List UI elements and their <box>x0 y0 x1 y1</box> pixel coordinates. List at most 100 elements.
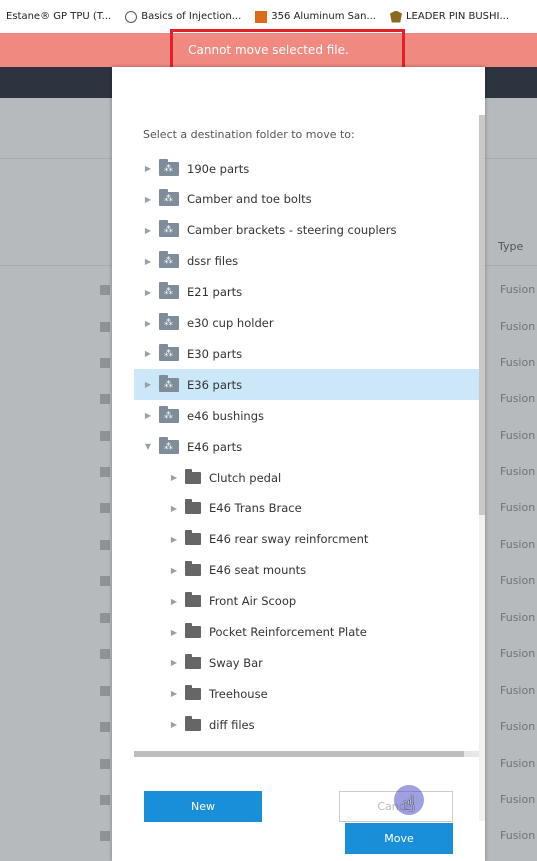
folder-row[interactable]: ▶ Camber brackets - steering couplers <box>134 215 479 246</box>
shared-folder-icon <box>159 313 179 330</box>
bookmark-estane[interactable]: Estane® GP TPU (T... <box>6 11 111 22</box>
caret-right-icon[interactable]: ▶ <box>169 473 179 482</box>
row-checkbox[interactable] <box>100 613 110 623</box>
move-button[interactable]: Move <box>345 823 453 854</box>
bookmark-aluminum[interactable]: 356 Aluminum San... <box>255 10 376 23</box>
caret-right-icon[interactable]: ▶ <box>169 566 179 575</box>
folder-row[interactable]: ▶ e46 bushings <box>134 400 479 431</box>
folder-icon <box>185 499 201 515</box>
subfolder-row[interactable]: ▶ Clutch pedal <box>134 462 479 493</box>
scrollbar-thumb[interactable] <box>134 751 464 757</box>
row-checkbox[interactable] <box>100 540 110 550</box>
caret-right-icon[interactable]: ▶ <box>143 288 153 297</box>
subfolder-row[interactable]: ▶ Front Air Scoop <box>134 586 479 617</box>
caret-right-icon[interactable]: ▶ <box>169 504 179 513</box>
folder-label: E46 rear sway reinforcment <box>209 532 369 547</box>
folder-label: Camber and toe bolts <box>187 192 312 207</box>
horizontal-scrollbar[interactable] <box>134 751 479 757</box>
folder-icon <box>185 592 201 608</box>
row-checkbox[interactable] <box>100 358 110 368</box>
caret-down-icon[interactable]: ▼ <box>143 442 153 451</box>
vertical-scrollbar[interactable] <box>479 115 485 821</box>
row-checkbox[interactable] <box>100 576 110 586</box>
folder-row[interactable]: ▶ dssr files <box>134 246 479 277</box>
caret-right-icon[interactable]: ▶ <box>143 411 153 420</box>
row-checkbox[interactable] <box>100 431 110 441</box>
row-checkbox[interactable] <box>100 503 110 513</box>
folder-row[interactable]: ▼ E46 parts <box>134 431 479 462</box>
folder-label: diff files <box>209 717 255 732</box>
row-checkbox[interactable] <box>100 759 110 769</box>
subfolder-row[interactable]: ▶ E46 seat mounts <box>134 555 479 586</box>
orange-logo-icon <box>255 10 268 23</box>
folder-row[interactable]: ▶ E21 parts <box>134 277 479 308</box>
row-checkbox[interactable] <box>100 285 110 295</box>
folder-icon <box>185 623 201 638</box>
subfolder-row[interactable]: ▶ E46 Trans Brace <box>134 493 479 524</box>
bookmark-label: Estane® GP TPU (T... <box>6 11 112 22</box>
caret-right-icon[interactable]: ▶ <box>143 257 153 266</box>
row-checkbox[interactable] <box>100 831 110 841</box>
row-checkbox[interactable] <box>100 686 110 696</box>
subfolder-row[interactable]: ▶ Pocket Reinforcement Plate <box>134 617 479 648</box>
hand-cursor-icon: ☝ <box>402 792 416 817</box>
row-checkbox[interactable] <box>100 322 110 332</box>
scrollbar-thumb[interactable] <box>479 115 485 515</box>
type-cell: Fusion <box>500 320 536 333</box>
folder-icon <box>185 653 201 669</box>
folder-label: Camber brackets - steering couplers <box>187 223 397 238</box>
folder-label: E46 seat mounts <box>209 563 307 578</box>
type-cell: Fusion <box>500 757 536 770</box>
folder-row[interactable]: ▶ E30 parts <box>134 338 479 369</box>
folder-icon <box>185 561 201 577</box>
caret-right-icon[interactable]: ▶ <box>143 195 153 204</box>
caret-right-icon[interactable]: ▶ <box>143 226 153 235</box>
folder-row[interactable]: ▶ E36 parts <box>134 369 479 401</box>
type-cell: Fusion <box>500 429 536 442</box>
folder-tree: ▶ 190e parts ▶ Camber and toe bolts ▶ Camber … <box>134 153 479 819</box>
row-checkbox[interactable] <box>100 467 110 477</box>
caret-right-icon[interactable]: ▶ <box>143 380 153 389</box>
type-cell: Fusion <box>500 647 536 660</box>
type-cell: Fusion <box>500 538 536 551</box>
shared-folder-icon <box>159 405 179 423</box>
type-cell: Fusion <box>500 684 536 697</box>
new-folder-button[interactable]: New <box>144 791 262 822</box>
folder-row[interactable]: ▶ e30 cup holder <box>134 308 479 339</box>
shared-folder-icon <box>159 343 179 361</box>
subfolder-row[interactable]: ▶ E46 rear sway reinforcment <box>134 524 479 555</box>
shared-folder-icon <box>159 374 179 392</box>
subfolder-row[interactable]: ▶ Treehouse <box>134 678 479 709</box>
move-dialog: Select a destination folder to move to: … <box>112 67 485 861</box>
caret-right-icon[interactable]: ▶ <box>143 164 153 173</box>
caret-right-icon[interactable]: ▶ <box>169 535 179 544</box>
row-checkbox[interactable] <box>100 722 110 732</box>
bookmark-injection[interactable]: Basics of Injection... <box>125 10 241 23</box>
caret-right-icon[interactable]: ▶ <box>143 349 153 358</box>
type-cell: Fusion <box>500 283 536 296</box>
type-cell: Fusion <box>500 356 536 369</box>
folder-label: Front Air Scoop <box>209 594 297 609</box>
caret-right-icon[interactable]: ▶ <box>169 597 179 606</box>
caret-right-icon[interactable]: ▶ <box>143 319 153 328</box>
folder-label: e46 bushings <box>187 408 265 423</box>
folder-label: E46 parts <box>187 439 243 454</box>
shield-icon <box>389 10 402 23</box>
folder-icon <box>185 684 201 700</box>
caret-right-icon[interactable]: ▶ <box>169 628 179 637</box>
row-checkbox[interactable] <box>100 394 110 404</box>
subfolder-row[interactable]: ▶ diff files <box>134 709 479 740</box>
folder-label: E36 parts <box>187 377 243 392</box>
folder-row[interactable]: ▶ Camber and toe bolts <box>134 184 479 215</box>
row-checkbox[interactable] <box>100 649 110 659</box>
type-column-header: Type <box>498 240 524 253</box>
row-checkbox[interactable] <box>100 795 110 805</box>
bookmark-leader-pin[interactable]: LEADER PIN BUSHI... <box>389 10 509 23</box>
caret-right-icon[interactable]: ▶ <box>169 689 179 698</box>
caret-right-icon[interactable]: ▶ <box>169 720 179 729</box>
shared-folder-icon <box>159 158 179 176</box>
folder-row[interactable]: ▶ 190e parts <box>134 153 479 184</box>
caret-right-icon[interactable]: ▶ <box>169 658 179 667</box>
folder-icon <box>185 468 201 484</box>
subfolder-row[interactable]: ▶ Sway Bar <box>134 647 479 678</box>
